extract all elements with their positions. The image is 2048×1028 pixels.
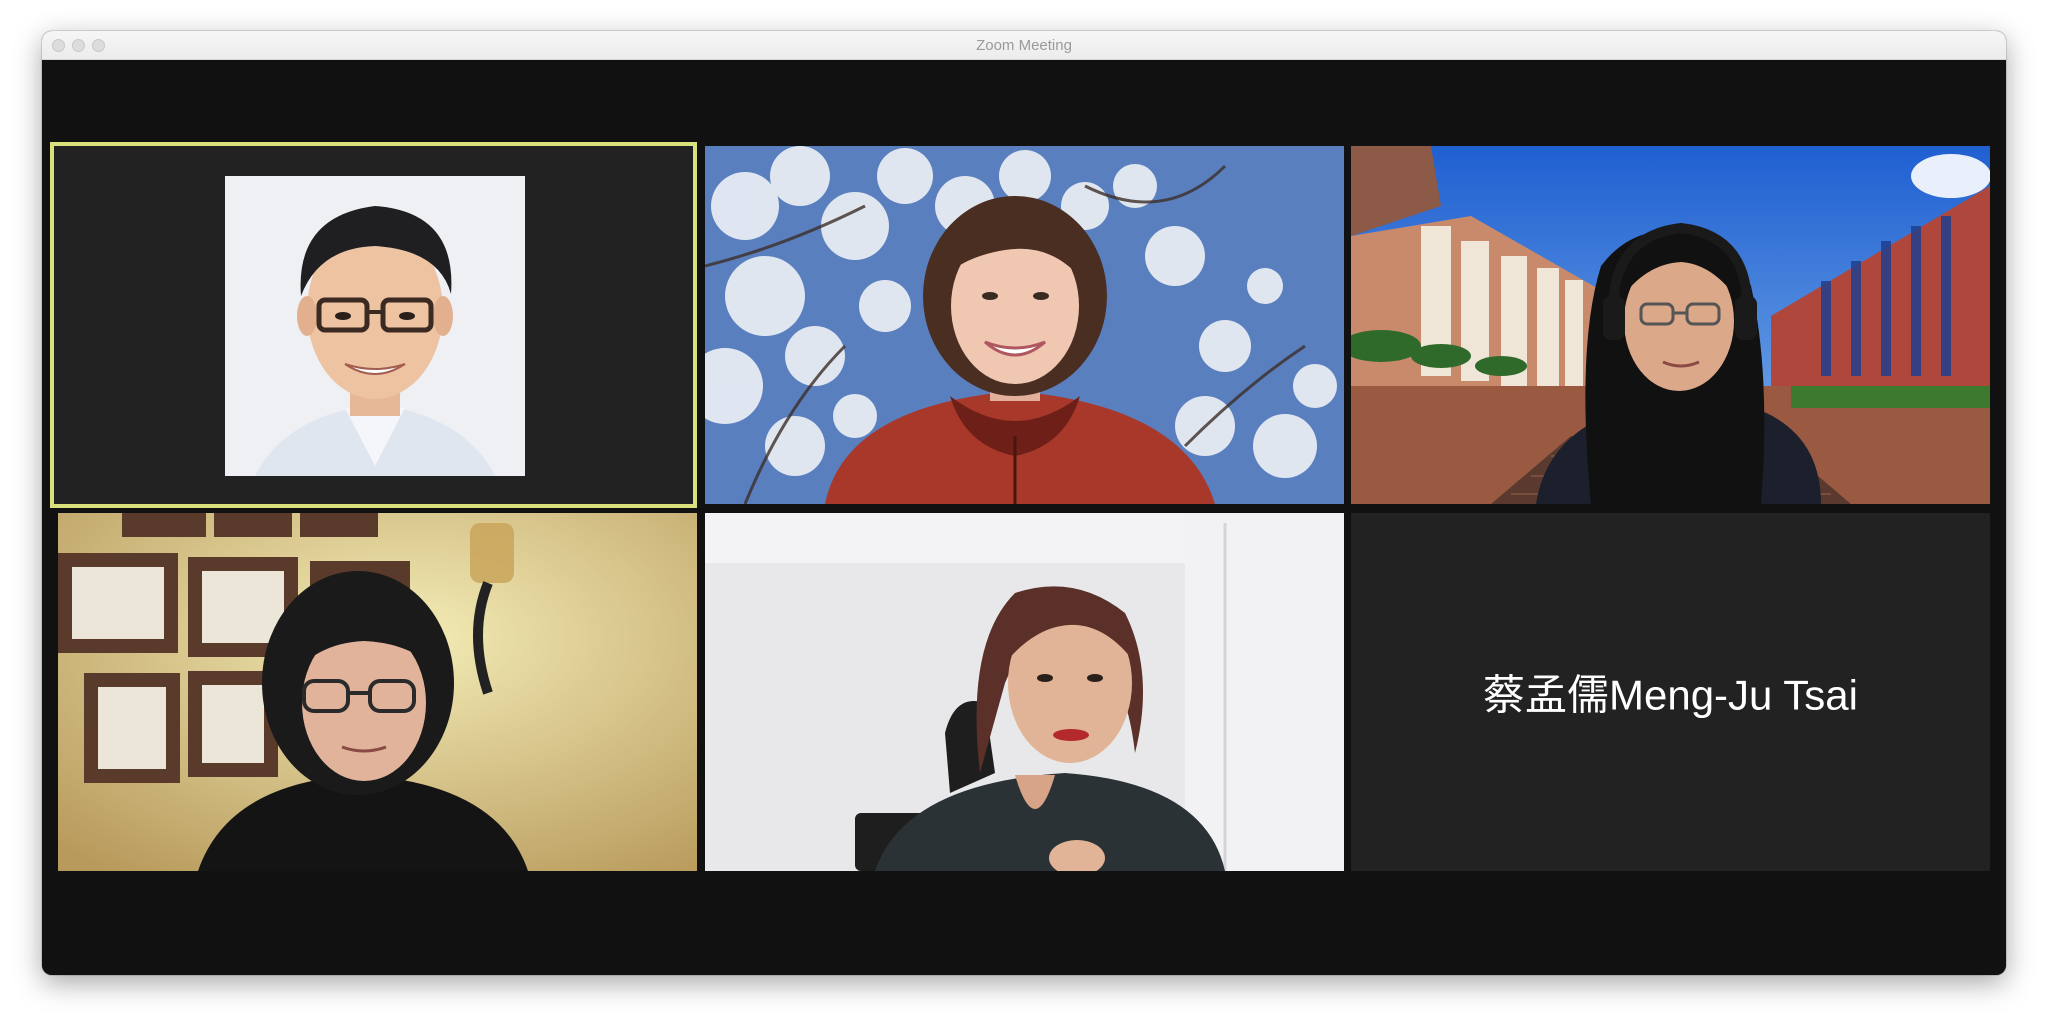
video-feed (705, 513, 1344, 871)
title-bar: Zoom Meeting (42, 31, 2006, 60)
window-title: Zoom Meeting (976, 37, 1072, 54)
zoom-window: Zoom Meeting 蔡孟儒Meng-Ju Tsai (42, 31, 2006, 975)
participant-tile-3[interactable] (1351, 146, 1990, 504)
participant-tile-4[interactable] (58, 513, 697, 871)
video-feed (1351, 146, 1990, 504)
video-feed (58, 513, 697, 871)
participant-tile-5[interactable] (705, 513, 1344, 871)
participant-tile-6[interactable]: 蔡孟儒Meng-Ju Tsai (1351, 513, 1990, 871)
video-feed (705, 146, 1344, 504)
participant-tile-1[interactable] (50, 142, 697, 508)
gallery-view: 蔡孟儒Meng-Ju Tsai (42, 60, 2006, 975)
profile-photo (225, 176, 525, 476)
participant-name: 蔡孟儒Meng-Ju Tsai (1482, 671, 1858, 719)
participant-tile-2[interactable] (705, 146, 1344, 504)
